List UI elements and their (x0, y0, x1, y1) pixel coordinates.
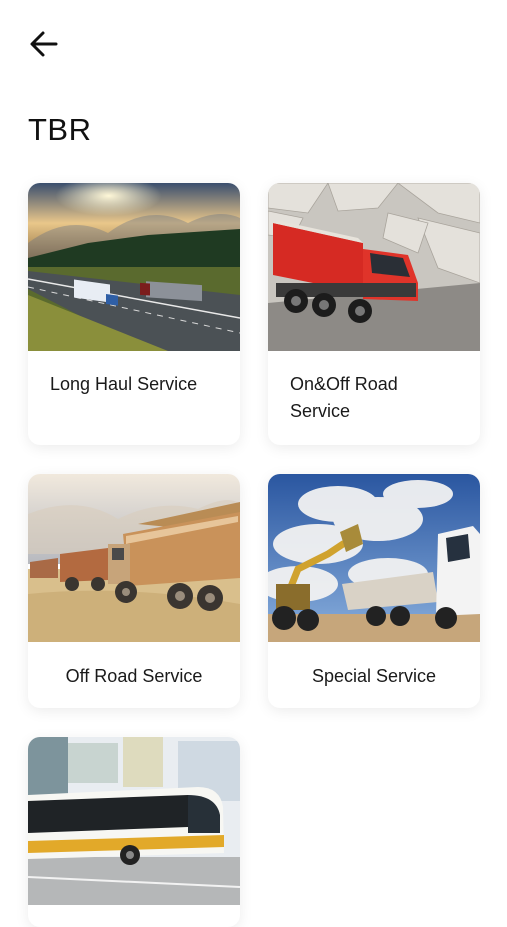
service-label: Special Service (311, 666, 437, 686)
service-card-off-road[interactable]: Off Road Service (28, 474, 240, 708)
city-bus-image (28, 737, 240, 905)
service-card-long-haul[interactable]: Long Haul Service (28, 183, 240, 445)
service-card-bus[interactable] (28, 737, 240, 927)
red-dump-truck-image (268, 183, 480, 351)
service-card-on-off-road[interactable]: On&Off Road Service (268, 183, 480, 445)
service-label: Off Road Service (65, 666, 203, 686)
service-label: Long Haul Service (50, 374, 198, 394)
page-title: TBR (28, 112, 92, 147)
service-label: On&Off Road Service (290, 374, 398, 421)
back-button[interactable] (26, 26, 62, 62)
service-card-special[interactable]: Special Service (268, 474, 480, 708)
excavator-truck-image (268, 474, 480, 642)
arrow-left-icon (30, 31, 58, 57)
highway-trucks-image (28, 183, 240, 351)
dump-trucks-sand-image (28, 474, 240, 642)
